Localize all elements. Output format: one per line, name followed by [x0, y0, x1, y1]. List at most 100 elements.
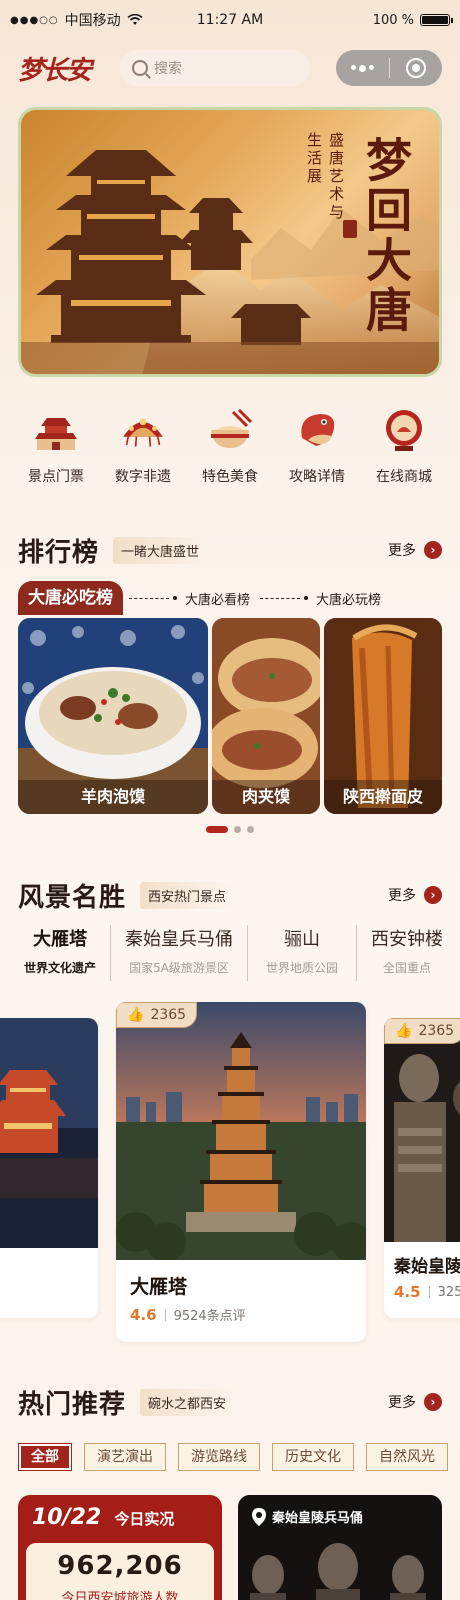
nav-label: 在线商城 [376, 469, 432, 485]
banner-subtitle-2: 生活展 [305, 132, 323, 186]
nav-item-digital-heritage[interactable]: 数字非遗 [101, 408, 185, 486]
carousel-indicator [0, 826, 460, 833]
terracotta-photo [384, 1018, 460, 1242]
tab-label: 大唐必看榜 [185, 592, 251, 608]
status-time: 11:27 AM [196, 12, 264, 28]
scenic-card-name: 秦始皇陵 [394, 1257, 460, 1277]
food-name: 陕西擀面皮 [324, 780, 442, 814]
app-logo: 梦长安 [18, 55, 92, 86]
nav-label: 景点门票 [28, 469, 84, 485]
section-title: 排行榜 [18, 537, 100, 568]
tab-must-play[interactable]: 大唐必玩榜 [260, 589, 381, 608]
likes-badge[interactable]: 👍 2365 [384, 1018, 460, 1044]
header: 梦长安 搜索 [18, 48, 442, 88]
more-label: 更多 [388, 1395, 416, 1411]
live-number-box: 962,206 今日西安城旅游人数 [26, 1543, 214, 1600]
filter-nature[interactable]: 自然风光 [366, 1443, 448, 1471]
scenic-card-meta: 4.5 325 [394, 1283, 460, 1301]
scenic-tab-bell-tower[interactable]: 西安钟楼 全国重点 [357, 925, 457, 981]
location-name: 秦始皇陵兵马俑 [272, 1511, 364, 1526]
hot-cards: 10/22 今日实况 962,206 今日西安城旅游人数 秦始皇陵兵马俑 [18, 1495, 442, 1600]
nav-label: 攻略详情 [289, 469, 345, 485]
status-bar: ●●●○○ 中国移动 11:27 AM 100 % [0, 0, 460, 40]
thumbs-up-icon: 👍 [395, 1023, 413, 1039]
nav-label: 特色美食 [202, 469, 258, 485]
scenic-tab-title: 大雁塔 [33, 929, 87, 950]
scenic-more-link[interactable]: 更多 › [388, 885, 442, 905]
tab-must-eat[interactable]: 大唐必吃榜 [18, 581, 123, 615]
carousel-dot-active [206, 826, 228, 833]
hot-header: 热门推荐 碗水之都西安 更多 › [18, 1382, 442, 1422]
filter-all[interactable]: 全部 [18, 1443, 72, 1471]
tab-must-see[interactable]: 大唐必看榜 [129, 589, 250, 608]
seal-stamp [343, 220, 357, 238]
ranking-tabs: 大唐必吃榜 大唐必看榜 大唐必玩榜 [18, 581, 442, 615]
review-count: 325 [437, 1284, 460, 1300]
scenic-tab-title: 西安钟楼 [371, 929, 444, 950]
banner-title: 梦回大唐 [359, 136, 413, 336]
section-subtitle: 碗水之都西安 [140, 1388, 235, 1416]
nav-item-food[interactable]: 特色美食 [188, 408, 272, 486]
search-icon [132, 60, 148, 76]
visitor-desc: 今日西安城旅游人数 [61, 1591, 179, 1600]
food-card[interactable]: 陕西擀面皮 [324, 618, 442, 814]
scenic-tab-subtitle: 全国重点 [383, 961, 432, 975]
scenic-tab-title: 骊山 [284, 929, 321, 950]
section-subtitle: 西安热门景点 [140, 881, 235, 909]
scenic-card-terracotta[interactable]: 👍 2365 秦始皇陵 4.5 325 [384, 1018, 460, 1318]
more-menu-button[interactable] [336, 50, 389, 86]
location-card[interactable]: 秦始皇陵兵马俑 [238, 1495, 442, 1600]
scenic-tab-title: 秦始皇兵马俑 [125, 929, 234, 950]
icon-nav: 景点门票 数字非遗 特色美食 攻略详情 在线商城 [14, 408, 446, 486]
nav-item-shop[interactable]: 在线商城 [362, 408, 446, 486]
miniprogram-capsule [336, 50, 442, 86]
scenic-card-name: 大雁塔 [130, 1276, 188, 1298]
filter-performances[interactable]: 演艺演出 [84, 1443, 166, 1471]
visitor-count: 962,206 [57, 1551, 183, 1581]
nav-item-tickets[interactable]: 景点门票 [14, 408, 98, 486]
hot-more-link[interactable]: 更多 › [388, 1392, 442, 1412]
battery-icon [420, 14, 453, 26]
ranking-header: 排行榜 一睹大唐盛世 更多 › [18, 530, 442, 570]
scenic-tab-subtitle: 国家5A级旅游景区 [129, 961, 229, 975]
scenic-tab-dayanta[interactable]: 大雁塔 世界文化遗产 [18, 925, 112, 981]
rating: 4.5 [394, 1283, 421, 1301]
scenic-card-meta: 4.6 9524条点评 [130, 1305, 352, 1325]
likes-badge[interactable]: 👍 2365 [116, 1002, 198, 1028]
chevron-right-icon: › [424, 886, 442, 904]
noodle-bowl-icon [207, 408, 253, 454]
section-subtitle: 一睹大唐盛世 [113, 536, 208, 564]
scenic-tab-lishan[interactable]: 骊山 世界地质公园 [248, 925, 358, 981]
food-carousel: 羊肉泡馍 肉夹馍 陕西擀面皮 [18, 618, 442, 814]
banner-subtitle-1: 盛唐艺术与 [327, 132, 345, 222]
more-dots-icon [350, 64, 374, 72]
scenic-tab-terracotta[interactable]: 秦始皇兵马俑 国家5A级旅游景区 [111, 925, 249, 981]
nav-item-guides[interactable]: 攻略详情 [275, 408, 359, 486]
scenic-card-bell-tower[interactable] [0, 1018, 98, 1318]
filter-history[interactable]: 历史文化 [272, 1443, 354, 1471]
gate-tower-icon [33, 408, 79, 454]
tab-label: 大唐必玩榜 [316, 592, 382, 608]
dayanta-photo [116, 1002, 366, 1262]
carousel-dot [247, 826, 254, 833]
scenic-cards: 👍 2365 大雁塔 4.6 9524条点评 👍 2365 秦始皇陵 4.5 3… [0, 1002, 460, 1342]
filter-routes[interactable]: 游览路线 [178, 1443, 260, 1471]
scenic-header: 风景名胜 西安热门景点 更多 › [18, 875, 442, 915]
ranking-more-link[interactable]: 更多 › [388, 540, 442, 560]
food-card[interactable]: 羊肉泡馍 [18, 618, 208, 814]
hot-filter-tabs: 全部 演艺演出 游览路线 历史文化 自然风光 [18, 1443, 460, 1473]
koi-fish-icon [294, 408, 340, 454]
hero-banner[interactable]: 梦回大唐 盛唐艺术与 生活展 [18, 107, 442, 377]
target-circle-icon [405, 58, 426, 78]
likes-count: 2365 [150, 1007, 187, 1023]
food-card[interactable]: 肉夹馍 [212, 618, 320, 814]
live-label: 今日实况 [114, 1510, 175, 1528]
more-label: 更多 [388, 543, 416, 559]
thumbs-up-icon: 👍 [127, 1007, 145, 1023]
close-miniprogram-button[interactable] [390, 50, 443, 86]
live-stats-card[interactable]: 10/22 今日实况 962,206 今日西安城旅游人数 [18, 1495, 222, 1600]
search-input[interactable]: 搜索 [120, 50, 310, 86]
scenic-tab-subtitle: 世界文化遗产 [24, 961, 97, 975]
scenic-card-dayanta[interactable]: 👍 2365 大雁塔 4.6 9524条点评 [116, 1002, 366, 1342]
scenic-tabs: 大雁塔 世界文化遗产 秦始皇兵马俑 国家5A级旅游景区 骊山 世界地质公园 西安… [18, 925, 460, 981]
